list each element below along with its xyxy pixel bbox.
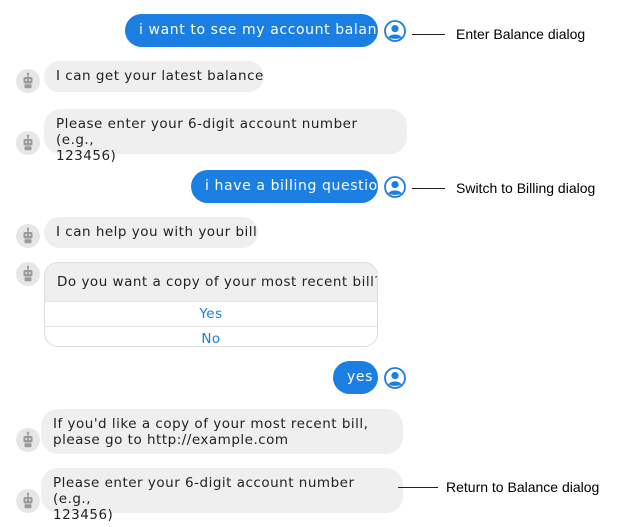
annotation-return-balance: Return to Balance dialog (446, 479, 600, 495)
user-message-billing: i have a billing question (191, 170, 387, 203)
robot-icon (16, 224, 40, 248)
annotation-enter-balance: Enter Balance dialog (456, 26, 586, 42)
bot-choice-card: Do you want a copy of your most recent b… (44, 262, 378, 347)
bot-message: Please enter your 6-digit account number… (41, 468, 403, 523)
bot-message: I can help you with your bill (44, 217, 258, 248)
option-yes-button[interactable]: Yes (45, 301, 377, 326)
user-message-yes: yes (333, 361, 378, 394)
annotation-connector (412, 34, 445, 35)
annotation-switch-billing: Switch to Billing dialog (456, 180, 596, 196)
user-message-balance: i want to see my account balance (125, 14, 394, 47)
bot-message: Please enter your 6-digit account number… (44, 109, 407, 164)
annotation-connector (398, 487, 438, 488)
user-avatar-icon (384, 367, 406, 389)
robot-icon (16, 428, 40, 452)
robot-icon (16, 489, 40, 513)
option-no-button[interactable]: No (45, 326, 377, 346)
bot-message: I can get your latest balance (44, 61, 264, 92)
card-question: Do you want a copy of your most recent b… (45, 263, 377, 301)
user-avatar-icon (384, 176, 406, 198)
robot-icon (16, 131, 40, 155)
robot-icon (16, 69, 40, 93)
bot-message: If you'd like a copy of your most recent… (41, 409, 403, 454)
robot-icon (16, 262, 40, 286)
user-avatar-icon (384, 20, 406, 42)
annotation-connector (412, 188, 445, 189)
